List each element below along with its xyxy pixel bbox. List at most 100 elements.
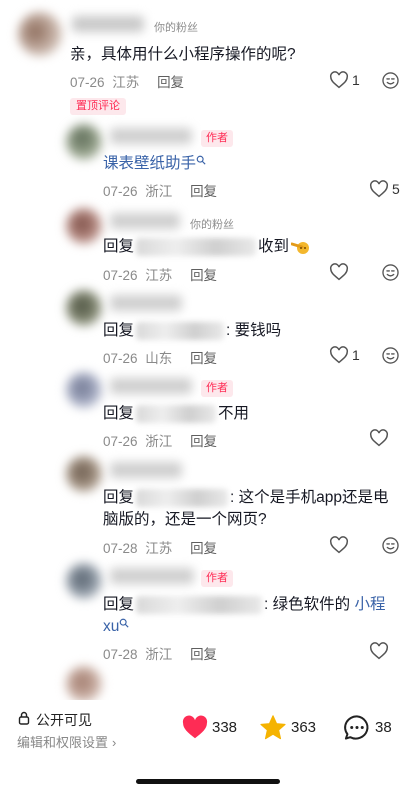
reply-prefix: 回复 [103,238,135,255]
like-heart-icon[interactable] [329,346,349,364]
reply-button[interactable]: 回复 [157,71,184,91]
comment-bubble-icon[interactable] [343,714,371,741]
like-heart-icon[interactable] [329,71,349,89]
commenter-name[interactable] [72,16,144,32]
favorite-total: 363 [291,719,317,736]
reply-text: 回复: 这个是手机app还是电 脑版的，还是一个网页? [103,487,408,531]
chevron-right-icon: › [112,735,117,750]
author-badge: 作者 [201,570,233,587]
emoji-icon[interactable] [381,536,400,555]
commenter-name[interactable] [110,462,182,478]
like-filled-heart-icon[interactable] [181,715,209,740]
reply-button[interactable]: 回复 [190,347,217,367]
reply-region: 江苏 [145,541,173,556]
reply-region: 浙江 [145,184,173,199]
reply-content: : 要钱吗 [226,322,282,339]
reply-prefix: 回复 [103,322,135,339]
reply-button[interactable]: 回复 [190,264,217,284]
commenter-name[interactable] [110,128,192,144]
avatar[interactable] [66,456,102,492]
reply-meta: 07-28 浙江 回复 [103,643,217,663]
reply-date: 07-28 [103,647,138,662]
search-icon [196,155,206,165]
reply-meta: 07-26 山东 回复 [103,347,217,367]
reply-region: 浙江 [145,434,173,449]
like-count: 1 [352,72,360,88]
reply-region: 浙江 [145,647,173,662]
reply-region: 江苏 [145,268,173,283]
edit-permissions-link[interactable]: 编辑和权限设置 › [17,732,116,751]
search-icon [120,618,129,628]
reply-text: 回复 不用 [103,403,249,425]
reply-date: 07-26 [103,351,138,366]
privacy-label[interactable]: 公开可见 [36,710,92,730]
reply-date: 07-26 [103,434,138,449]
commenter-name[interactable] [110,378,192,394]
reply-button[interactable]: 回复 [190,537,217,557]
miniprogram-link[interactable]: 课表壁纸助手 [103,155,196,172]
miniprogram-link-line2[interactable]: xu [103,618,119,635]
comment-total: 38 [375,719,392,736]
reply-button[interactable]: 回复 [190,430,217,450]
reply-content: : 绿色软件的 [264,596,355,613]
reply-text: 回复 收到 [103,236,311,258]
blurred-username [136,488,229,507]
favorite-star-icon[interactable] [259,714,287,741]
reply-meta: 07-26 江苏 回复 [103,264,217,284]
reply-meta: 07-26 浙江 回复 [103,430,217,450]
reply-content: 收到 [258,238,290,255]
comment-meta: 07-26 江苏 回复 [70,71,184,91]
like-heart-icon[interactable] [369,642,389,660]
pinned-comment-badge: 置顶评论 [70,98,126,115]
reply-content-line2: 脑版的，还是一个网页? [103,511,267,528]
avatar[interactable] [66,208,102,244]
fan-badge: 你的粉丝 [190,219,234,231]
reply-text: 回复: 绿色软件的 小程 xu [103,594,408,638]
avatar[interactable] [18,12,62,56]
avatar[interactable] [66,124,102,160]
reply-date: 07-26 [103,268,138,283]
blurred-username [136,321,225,340]
reply-text: 课表壁纸助手 [103,153,206,175]
avatar[interactable] [66,290,102,326]
avatar[interactable] [66,666,102,702]
lock-icon [18,711,30,725]
emoji-icon[interactable] [381,346,400,365]
comment-region: 江苏 [112,75,140,90]
author-badge: 作者 [201,380,233,397]
blurred-username [136,237,257,256]
emoji-icon[interactable] [381,263,400,282]
reply-date: 07-28 [103,541,138,556]
reply-region: 山东 [145,351,173,366]
edit-permissions-label: 编辑和权限设置 [17,735,109,750]
emoji-icon[interactable] [381,71,400,90]
reply-prefix: 回复 [103,489,135,506]
author-badge: 作者 [201,130,233,147]
fan-badge: 你的粉丝 [154,22,198,34]
avatar[interactable] [66,372,102,408]
comment-text: 亲，具体用什么小程序操作的呢? [70,46,296,63]
blurred-username [136,404,217,423]
reply-date: 07-26 [103,184,138,199]
like-heart-icon[interactable] [369,180,389,198]
reply-button[interactable]: 回复 [190,643,217,663]
commenter-name[interactable] [110,295,182,311]
miniprogram-link[interactable]: 小程 [354,596,385,613]
like-heart-icon[interactable] [329,263,349,281]
commenter-name[interactable] [110,568,194,584]
reply-text: 回复 : 要钱吗 [103,320,281,342]
like-heart-icon[interactable] [329,536,349,554]
reply-content: 不用 [218,405,250,422]
home-indicator[interactable] [136,779,280,784]
avatar[interactable] [66,563,102,599]
reply-meta: 07-26 浙江 回复 [103,180,217,200]
blurred-username [136,595,263,614]
reply-button[interactable]: 回复 [190,180,217,200]
thumbs-pointing-emoji [290,241,310,254]
like-total: 338 [212,719,238,736]
like-count: 5 [392,181,400,197]
like-heart-icon[interactable] [369,429,389,447]
commenter-name[interactable] [110,213,180,229]
reply-meta: 07-28 江苏 回复 [103,537,217,557]
like-count: 1 [352,347,360,363]
